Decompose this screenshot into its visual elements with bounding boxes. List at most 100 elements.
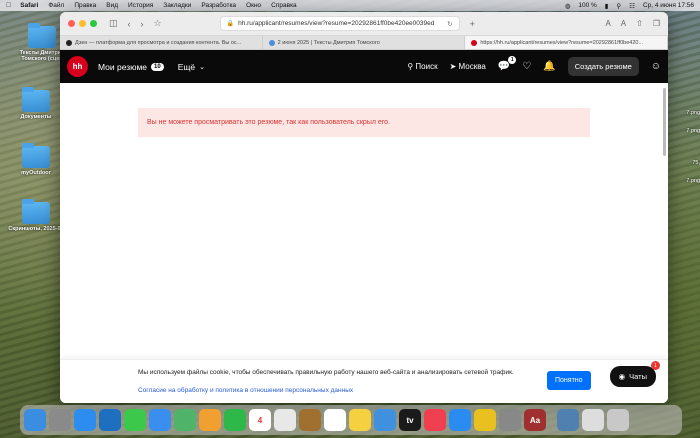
desktop-file[interactable]: 7.png	[686, 178, 700, 184]
hh-header-right: ⚲ Поиск ➤ Москва 💬 1 ♡ 🔔 Создать резюме ☺	[407, 56, 661, 76]
dock-music-icon[interactable]	[424, 409, 446, 431]
desktop-file[interactable]: 7.png	[686, 128, 700, 134]
text-size-icon[interactable]: A	[605, 19, 610, 28]
dock-facetime-icon[interactable]	[224, 409, 246, 431]
tab-dzen[interactable]: Дзен — платформа для просмотра и создани…	[60, 36, 263, 49]
hh-logo[interactable]: hh	[67, 56, 88, 77]
forward-icon[interactable]: ›	[141, 19, 144, 29]
desktop-folder-screenshots[interactable]: Скриншоты, 2025-05	[6, 199, 66, 232]
error-alert: Вы не можете просматривать это резюме, т…	[138, 108, 590, 137]
apple-icon[interactable]: 	[6, 2, 11, 9]
dock-chrome-icon[interactable]	[274, 409, 296, 431]
tab-hh[interactable]: https://hh.ru/applicant/resumes/view?res…	[465, 36, 668, 49]
dock-textedit-icon[interactable]	[582, 409, 604, 431]
notification-badge: 1	[508, 56, 517, 64]
share-icon[interactable]: ⇧	[636, 19, 643, 28]
menu-bar:  Safari Файл Правка Вид История Закладк…	[0, 0, 700, 11]
dock-mail-icon[interactable]	[149, 409, 171, 431]
zoom-button[interactable]	[90, 20, 97, 27]
dock-keynote-icon[interactable]	[299, 409, 321, 431]
url-text: hh.ru/applicant/resumes/view?resume=2029…	[238, 20, 435, 27]
desktop-file[interactable]: 7.png	[686, 110, 700, 116]
dock-maps-icon[interactable]	[174, 409, 196, 431]
scrollbar[interactable]	[663, 88, 666, 156]
search-icon[interactable]: ⚲	[616, 2, 621, 10]
tabs-overview-icon[interactable]: ❐	[653, 19, 660, 28]
resumes-count-badge: 10	[151, 62, 164, 71]
chats-button[interactable]: ◉ Чаты 1	[609, 361, 660, 387]
menu-app[interactable]: Safari	[20, 2, 38, 9]
my-resumes-link[interactable]: Мои резюме 10	[98, 62, 164, 72]
folder-icon	[22, 143, 50, 168]
star-icon[interactable]: ☆	[154, 18, 162, 29]
menu-view[interactable]: Вид	[106, 2, 118, 9]
dock-safari-icon[interactable]	[74, 409, 96, 431]
dock-messages-icon[interactable]	[124, 409, 146, 431]
close-button[interactable]	[68, 20, 75, 27]
desktop-folder-myoutdoor[interactable]: myOutdoor	[6, 143, 66, 176]
tab-texts[interactable]: 2 июня 2025 | Тексты Дмитрия Томского	[263, 36, 466, 49]
sidebar-icon[interactable]: ◫	[109, 18, 118, 29]
city-link[interactable]: ➤ Москва	[450, 62, 486, 71]
dock-photos-icon[interactable]	[199, 409, 221, 431]
clock[interactable]: Ср, 4 июня 17:56	[643, 2, 694, 9]
cookie-policy-link[interactable]: Согласие на обработку и политика в отнош…	[138, 387, 353, 394]
reload-icon[interactable]: ↻	[447, 20, 452, 28]
location-arrow-icon: ➤	[449, 62, 457, 71]
tab-favicon	[471, 39, 478, 46]
new-tab-icon[interactable]: +	[470, 19, 475, 29]
dock-settings-icon[interactable]	[499, 409, 521, 431]
back-icon[interactable]: ‹	[128, 19, 131, 29]
heart-icon[interactable]: ♡	[522, 61, 531, 72]
folder-icon	[22, 199, 50, 224]
dock-freeform-icon[interactable]	[374, 409, 396, 431]
page-content: Вы не можете просматривать это резюме, т…	[60, 83, 668, 403]
bell-icon[interactable]: 🔔	[543, 61, 555, 72]
menu-bookmarks[interactable]: Закладки	[163, 2, 191, 9]
menu-develop[interactable]: Разработка	[201, 2, 236, 9]
search-link[interactable]: ⚲ Поиск	[407, 62, 437, 71]
dock-vscode-icon[interactable]	[99, 409, 121, 431]
cookie-banner: Мы используем файлы cookie, чтобы обеспе…	[60, 359, 668, 403]
dock-trash-icon[interactable]	[607, 409, 629, 431]
browser-toolbar: ◫ ‹ › ☆ 🔒 hh.ru/applicant/resumes/view?r…	[60, 12, 668, 36]
dock-notes-icon[interactable]	[349, 409, 371, 431]
dock-launchpad-icon[interactable]	[49, 409, 71, 431]
dock-fantastical-icon[interactable]	[474, 409, 496, 431]
hh-header: hh Мои резюме 10 Ещё ⌄ ⚲ Поиск ➤ Москва …	[60, 50, 668, 83]
dock-appstore-icon[interactable]	[449, 409, 471, 431]
menu-edit[interactable]: Правка	[74, 2, 96, 9]
dock-finder-icon[interactable]	[24, 409, 46, 431]
menu-help[interactable]: Справка	[271, 2, 297, 9]
create-resume-button[interactable]: Создать резюме	[567, 57, 639, 76]
menu-history[interactable]: История	[128, 2, 153, 9]
profile-icon[interactable]: ☺	[651, 61, 661, 72]
dock-preview-icon[interactable]	[557, 409, 579, 431]
dock: 4 tv Aa	[20, 405, 682, 435]
chevron-down-icon: ⌄	[199, 63, 205, 71]
menu-file[interactable]: Файл	[48, 2, 64, 9]
tab-bar: Дзен — платформа для просмотра и создани…	[60, 36, 668, 50]
battery-level[interactable]: 100 %	[578, 2, 596, 9]
desktop-folder-documents[interactable]: Документы	[6, 87, 66, 120]
address-bar[interactable]: 🔒 hh.ru/applicant/resumes/view?resume=20…	[219, 16, 460, 31]
dock-appletv-icon[interactable]: tv	[399, 409, 421, 431]
cookie-accept-button[interactable]: Понятно	[547, 371, 591, 390]
control-center-icon[interactable]: ☷	[629, 2, 635, 10]
dock-reminders-icon[interactable]	[324, 409, 346, 431]
text-size-large-icon[interactable]: A	[621, 19, 626, 28]
tab-favicon	[66, 39, 72, 46]
dock-dictionary-icon[interactable]: Aa	[524, 409, 546, 431]
dock-calendar-icon[interactable]: 4	[249, 409, 271, 431]
wifi-icon[interactable]: ◍	[565, 2, 571, 10]
desktop-file[interactable]: 75,	[692, 160, 700, 166]
window-controls	[68, 20, 97, 27]
minimize-button[interactable]	[79, 20, 86, 27]
lock-icon: 🔒	[226, 21, 235, 27]
menu-window[interactable]: Окно	[246, 2, 261, 9]
chat-icon[interactable]: 💬 1	[498, 56, 517, 72]
toolbar-right: A A ⇧ ❐	[605, 19, 660, 28]
battery-icon[interactable]: ▮	[605, 2, 609, 10]
folder-icon	[28, 23, 56, 48]
more-menu[interactable]: Ещё ⌄	[178, 62, 205, 72]
